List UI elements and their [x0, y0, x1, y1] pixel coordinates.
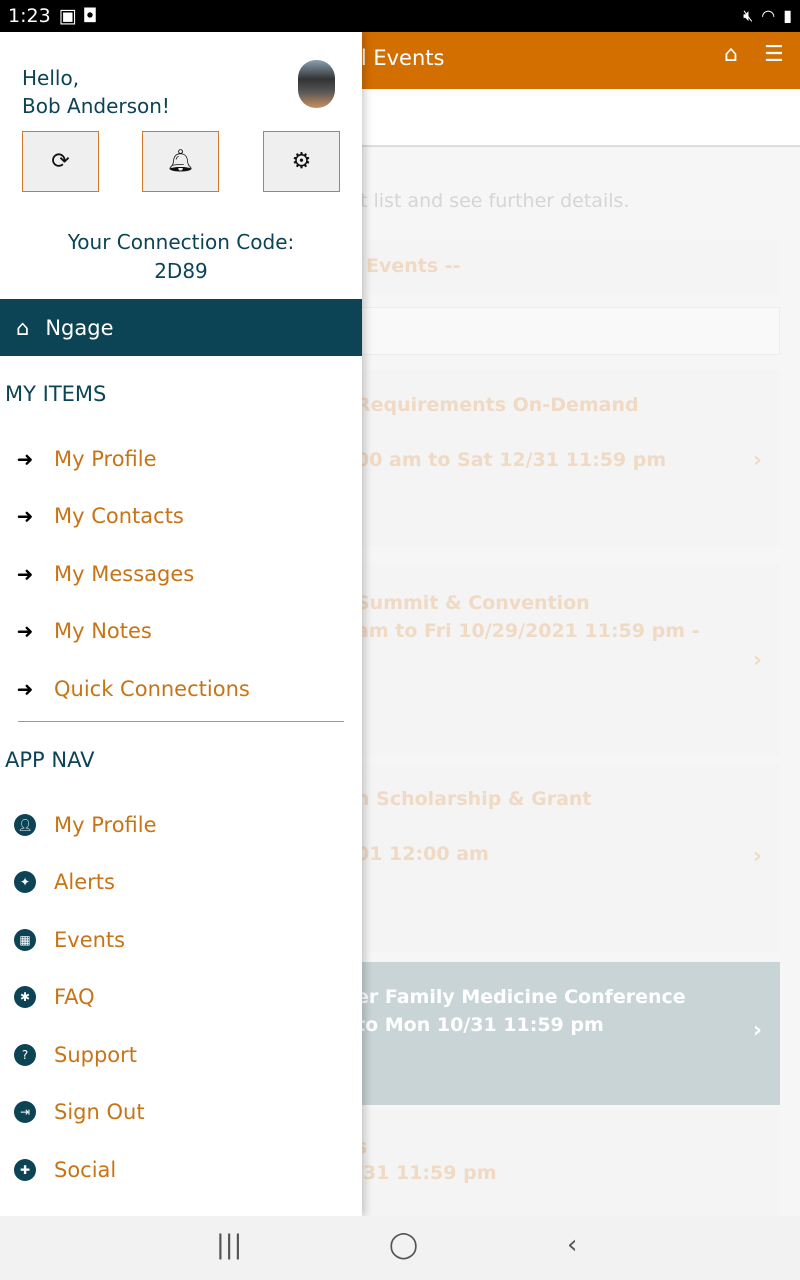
event-card[interactable]: Summit & Convention am to Fri 10/29/2021 … — [340, 564, 780, 756]
wifi-icon: ◠ — [761, 6, 776, 25]
clock: 1:23 — [8, 5, 51, 27]
status-bar: 1:23 ▣ ◘ 🔇︎ ◠ ▮ — [0, 0, 800, 32]
menu-icon[interactable]: ☰ — [764, 42, 784, 67]
home-icon[interactable]: ⌂ — [724, 42, 738, 67]
my-items-my-messages[interactable]: ➜ My Messages — [14, 562, 195, 586]
divider — [18, 721, 344, 722]
refresh-icon: ⟳ — [51, 149, 70, 174]
lightbulb-icon: ✱ — [14, 986, 36, 1008]
event-card[interactable]: Requirements On-Demand 00 am to Sat 12/31… — [340, 370, 780, 546]
user-icon: 👤︎ — [14, 814, 36, 836]
home-icon: ⌂ — [16, 315, 30, 340]
back-button[interactable]: ‹ — [567, 1230, 577, 1260]
page-title: ll Events — [355, 46, 445, 70]
chevron-right-icon: › — [752, 448, 762, 473]
event-filter-select[interactable]: Events -- — [340, 240, 780, 295]
social-icon: ✚ — [14, 1159, 36, 1181]
connection-code: Your Connection Code: 2D89 — [67, 230, 295, 283]
arrow-right-icon: ➜ — [16, 562, 34, 586]
settings-button[interactable]: ⚙ — [263, 131, 340, 192]
my-items-quick-connections[interactable]: ➜ Quick Connections — [14, 677, 250, 701]
avatar[interactable] — [298, 60, 335, 108]
image-icon: ▣ — [58, 5, 77, 27]
chevron-right-icon: › — [752, 844, 762, 869]
event-card[interactable]: n Scholarship & Grant 01 12:00 am › — [340, 764, 780, 952]
alerts-icon: ✦ — [14, 871, 36, 893]
question-icon: ? — [14, 1044, 36, 1066]
search-input[interactable] — [340, 307, 780, 355]
my-items-my-contacts[interactable]: ➜ My Contacts — [14, 504, 184, 528]
notifications-button[interactable]: 🔔︎ — [142, 131, 219, 192]
app-nav-faq[interactable]: ✱ FAQ — [14, 985, 95, 1009]
my-items-my-profile[interactable]: ➜ My Profile — [14, 447, 157, 471]
recents-button[interactable]: ||| — [216, 1230, 242, 1260]
sign-out-icon: ⇥ — [14, 1101, 36, 1123]
arrow-right-icon: ➜ — [16, 677, 34, 701]
mute-icon: 🔇︎ — [743, 6, 754, 25]
app-nav-social[interactable]: ✚ Social — [14, 1158, 116, 1182]
app-icon: ◘ — [82, 5, 98, 27]
arrow-right-icon: ➜ — [16, 447, 34, 471]
nav-item-ngage[interactable]: ⌂ Ngage — [0, 299, 362, 356]
refresh-button[interactable]: ⟳ — [22, 131, 99, 192]
gear-icon: ⚙ — [291, 149, 312, 174]
app-nav-support[interactable]: ? Support — [14, 1043, 137, 1067]
system-nav-bar: ||| ◯ ‹ — [0, 1216, 800, 1280]
navigation-drawer: Hello, Bob Anderson! ⟳ 🔔︎ ⚙ Your Connecti… — [0, 32, 362, 1216]
home-button[interactable]: ◯ — [389, 1230, 418, 1260]
app-nav-events[interactable]: ▦ Events — [14, 928, 125, 952]
calendar-icon: ▦ — [14, 929, 36, 951]
event-card[interactable]: s/31 11:59 pm — [340, 1110, 780, 1220]
my-items-my-notes[interactable]: ➜ My Notes — [14, 619, 152, 643]
bell-icon: 🔔︎ — [166, 149, 195, 174]
app-nav-my-profile[interactable]: 👤︎ My Profile — [14, 813, 157, 837]
app-nav-alerts[interactable]: ✦ Alerts — [14, 870, 115, 894]
arrow-right-icon: ➜ — [16, 504, 34, 528]
battery-icon: ▮ — [783, 6, 792, 25]
chevron-right-icon: › — [752, 648, 762, 673]
event-card-selected[interactable]: er Family Medicine Conference to Mon 10/3… — [340, 962, 780, 1105]
arrow-right-icon: ➜ — [16, 619, 34, 643]
hint-text: t list and see further details. — [360, 190, 630, 212]
app-nav-sign-out[interactable]: ⇥ Sign Out — [14, 1100, 145, 1124]
chevron-right-icon: › — [752, 1018, 762, 1043]
greeting: Hello, Bob Anderson! — [22, 66, 170, 118]
my-items-heading: MY ITEMS — [5, 382, 107, 406]
app-nav-heading: APP NAV — [5, 748, 95, 772]
